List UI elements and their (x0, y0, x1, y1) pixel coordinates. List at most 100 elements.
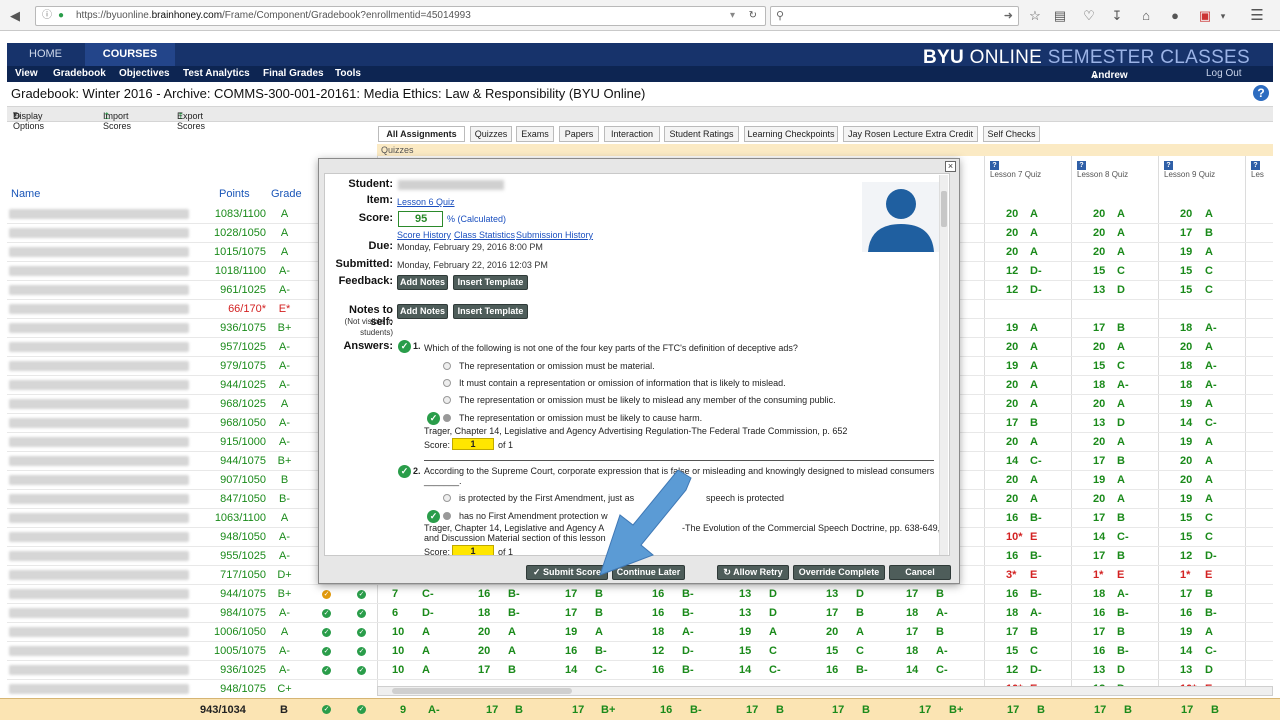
score-cell[interactable]: 20 (1180, 474, 1192, 486)
grade-cell[interactable]: C (1030, 645, 1038, 657)
student-name-redacted[interactable] (9, 684, 189, 694)
grade-cell[interactable]: B- (1030, 512, 1042, 524)
feedback-add-notes-button[interactable]: Add Notes (397, 275, 448, 290)
grade-cell[interactable]: B- (508, 588, 520, 600)
item-link[interactable]: Lesson 6 Quiz (397, 197, 455, 207)
student-name-redacted[interactable] (9, 361, 189, 371)
grade-cell[interactable]: A (1030, 341, 1038, 353)
student-name-redacted[interactable] (9, 342, 189, 352)
grade-cell[interactable]: C (1117, 265, 1125, 277)
column-lesson-8-quiz[interactable]: ? Lesson 8 Quiz (1077, 160, 1128, 179)
table-row[interactable]: 1006/1050 A 17 B 17 B 19 A ✓ ✓ 10 A 20 A 19 A 18 A- 19 A 20 A… (7, 623, 1273, 642)
grade-cell[interactable]: B- (508, 607, 520, 619)
score-cell[interactable]: 17 (1006, 417, 1018, 429)
score-cell[interactable]: 18 (1006, 607, 1018, 619)
score-cell[interactable]: 18 (1093, 588, 1105, 600)
score-cell[interactable]: 20 (1006, 208, 1018, 220)
grade-cell[interactable]: B (508, 664, 516, 676)
score-cell[interactable]: 10* (1006, 531, 1023, 543)
grade-cell[interactable]: B- (1117, 645, 1129, 657)
score-input[interactable]: 95 (398, 211, 443, 227)
tab-papers[interactable]: Papers (559, 126, 599, 142)
tab-all-assignments[interactable]: All Assignments (378, 126, 465, 142)
student-name-redacted[interactable] (9, 304, 189, 314)
grade-cell[interactable]: C (1205, 531, 1213, 543)
grade-cell[interactable]: A (769, 626, 777, 638)
logout-link[interactable]: Log Out (1206, 68, 1242, 79)
grade-cell[interactable]: A (856, 626, 864, 638)
grade-cell[interactable]: A (422, 645, 430, 657)
reading-list-icon[interactable]: ▤ (1051, 7, 1069, 25)
score-cell[interactable]: 15 (1006, 645, 1018, 657)
score-cell[interactable]: 15 (826, 645, 838, 657)
student-name-redacted[interactable] (9, 665, 189, 675)
grade-cell[interactable]: A (1205, 493, 1213, 505)
score-cell[interactable]: 16 (1006, 588, 1018, 600)
grade-cell[interactable]: B (1117, 512, 1125, 524)
addon-icon[interactable]: ▣ (1196, 7, 1214, 25)
grade-cell[interactable]: D (1117, 284, 1125, 296)
student-name-redacted[interactable] (9, 627, 189, 637)
display-options-button[interactable]: ⚙ Display Options ▾ (13, 109, 44, 131)
student-name-redacted[interactable] (9, 228, 189, 238)
score-cell[interactable]: 12 (1006, 284, 1018, 296)
grade-cell[interactable]: D (856, 588, 864, 600)
score-cell[interactable]: 13 (1093, 664, 1105, 676)
grade-cell[interactable]: C- (1030, 455, 1042, 467)
submission-history-link[interactable]: Submission History (516, 230, 593, 240)
class-statistics-link[interactable]: Class Statistics (454, 230, 515, 240)
student-name-redacted[interactable] (9, 437, 189, 447)
grade-cell[interactable]: A (1205, 246, 1213, 258)
grade-cell[interactable]: B (1205, 588, 1213, 600)
horizontal-scrollbar[interactable] (377, 686, 1273, 696)
student-name-redacted[interactable] (9, 494, 189, 504)
score-cell[interactable]: 19 (1180, 398, 1192, 410)
grade-cell[interactable]: B (936, 588, 944, 600)
grade-cell[interactable]: A (1117, 493, 1125, 505)
score-cell[interactable]: 14 (1093, 531, 1105, 543)
student-name-redacted[interactable] (9, 551, 189, 561)
score-cell[interactable]: 17 (1180, 588, 1192, 600)
dropdown-icon[interactable]: ▾ (730, 7, 735, 25)
grade-cell[interactable]: B (1117, 322, 1125, 334)
score-cell[interactable]: 12 (1180, 550, 1192, 562)
grade-cell[interactable]: A- (936, 645, 948, 657)
q1-score-input[interactable]: 1 (452, 438, 494, 450)
score-cell[interactable]: 18 (1180, 379, 1192, 391)
grade-cell[interactable]: C- (1117, 531, 1129, 543)
score-cell[interactable]: 15 (1180, 512, 1192, 524)
grade-cell[interactable]: A (1205, 436, 1213, 448)
score-cell[interactable]: 13 (1180, 664, 1192, 676)
notes-insert-template-button[interactable]: Insert Template (453, 304, 528, 319)
tab-learning-checkpoints[interactable]: Learning Checkpoints (744, 126, 838, 142)
score-cell[interactable]: 6 (392, 607, 398, 619)
grade-cell[interactable]: A (1117, 474, 1125, 486)
score-cell[interactable]: 20 (1006, 398, 1018, 410)
grade-cell[interactable]: A (1117, 398, 1125, 410)
score-cell[interactable]: 20 (1180, 455, 1192, 467)
student-name-redacted[interactable] (9, 285, 189, 295)
score-cell[interactable]: 16 (652, 664, 664, 676)
menu-final-grades[interactable]: Final Grades (263, 68, 324, 79)
grade-cell[interactable]: A (1117, 246, 1125, 258)
score-cell[interactable]: 14 (1006, 455, 1018, 467)
score-cell[interactable]: 15 (1093, 265, 1105, 277)
nav-courses[interactable]: COURSES (85, 43, 175, 66)
grade-cell[interactable]: A (1030, 360, 1038, 372)
grade-cell[interactable]: E (1205, 569, 1212, 581)
score-cell[interactable]: 20 (1093, 398, 1105, 410)
grade-cell[interactable]: D (1117, 664, 1125, 676)
score-cell[interactable]: 16 (1006, 512, 1018, 524)
menu-icon[interactable]: ☰ (1248, 7, 1266, 25)
score-cell[interactable]: 19 (739, 626, 751, 638)
score-cell[interactable]: 10 (392, 626, 404, 638)
score-cell[interactable]: 1* (1093, 569, 1103, 581)
home-icon[interactable]: ⌂ (1137, 7, 1155, 25)
tab-quizzes[interactable]: Quizzes (470, 126, 512, 142)
grade-cell[interactable]: A- (1205, 322, 1217, 334)
score-cell[interactable]: 17 (1180, 227, 1192, 239)
grade-cell[interactable]: A (1205, 626, 1213, 638)
score-cell[interactable]: 17 (565, 607, 577, 619)
score-cell[interactable]: 3* (1006, 569, 1016, 581)
score-cell[interactable]: 20 (1093, 227, 1105, 239)
